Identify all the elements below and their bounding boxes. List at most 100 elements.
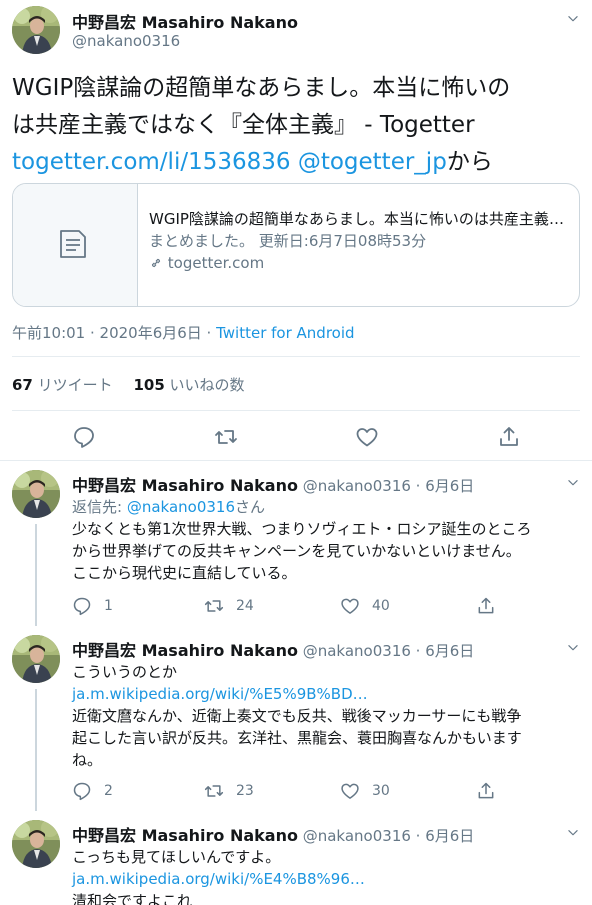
share-action[interactable]: [476, 596, 496, 616]
chevron-down-icon[interactable]: [566, 641, 580, 655]
retweet-icon[interactable]: [204, 596, 224, 616]
share-icon[interactable]: [476, 781, 496, 801]
tweet-link[interactable]: togetter.com/li/1536836: [12, 149, 291, 175]
reply-to: 返信先: @nakano0316さん: [72, 496, 572, 518]
handle-date[interactable]: @nakano0316 · 6月6日: [303, 477, 475, 495]
retweet-action[interactable]: 24: [204, 596, 254, 616]
retweet-count: 23: [236, 783, 254, 799]
retweets-stat[interactable]: 67 リツイート: [12, 376, 113, 394]
reply-text-line: こういうのとか: [72, 663, 178, 681]
card-description: まとめました。 更新日:6月7日08時53分: [149, 232, 427, 250]
likes-count: 105: [133, 376, 165, 394]
retweet-action[interactable]: 23: [204, 781, 254, 801]
share-icon[interactable]: [476, 596, 496, 616]
reply-text-line: から世界挙げての反共キャンペーンを見ていかないといけません。: [72, 542, 521, 560]
like-icon[interactable]: [340, 596, 360, 616]
link-icon: [151, 258, 161, 268]
reply-text-line: 少なくとも第1次世界大戦、つまりソヴィエト・ロシア誕生のところ: [72, 520, 532, 538]
reply-to-suffix: さん: [235, 498, 266, 516]
reply-header: 中野昌宏 Masahiro Nakano @nakano0316 · 6月6日: [72, 637, 474, 661]
reply-actions: 1 24 40: [72, 596, 492, 616]
avatar[interactable]: [12, 820, 60, 868]
reply-to-label: 返信先:: [72, 498, 127, 516]
chevron-down-icon[interactable]: [566, 12, 580, 26]
chevron-down-icon[interactable]: [566, 826, 580, 840]
like-count: 30: [372, 783, 390, 799]
handle-date[interactable]: @nakano0316 · 6月6日: [303, 827, 475, 845]
reply-action[interactable]: 2: [72, 781, 113, 801]
reply-text-line: 近衛文麿なんか、近衛上奏文でも反共、戦後マッカーサーにも戦争: [72, 707, 522, 725]
author-name[interactable]: 中野昌宏 Masahiro Nakano: [72, 9, 298, 33]
card-title: WGIP陰謀論の超簡単なあらまし。本当に怖いのは共産主義ではなく『全体主義』: [149, 210, 569, 228]
reply-tweet[interactable]: 中野昌宏 Masahiro Nakano @nakano0316 · 6月6日 …: [0, 812, 592, 905]
tweet-text-line: は共産主義ではなく『全体主義』 - Togetter: [12, 112, 475, 138]
reply-action[interactable]: 1: [72, 596, 113, 616]
tweet-source[interactable]: Twitter for Android: [216, 324, 354, 342]
likes-stat[interactable]: 105 いいねの数: [133, 376, 244, 394]
author-handle[interactable]: @nakano0316: [72, 32, 180, 50]
tweet-text: WGIP陰謀論の超簡単なあらまし。本当に怖いの は共産主義ではなく『全体主義』 …: [12, 70, 582, 181]
retweets-count: 67: [12, 376, 33, 394]
divider: [0, 460, 592, 461]
retweet-icon[interactable]: [204, 781, 224, 801]
main-tweet-header: 中野昌宏 Masahiro Nakano @nakano0316: [0, 0, 592, 60]
share-icon[interactable]: [497, 425, 521, 449]
handle-date[interactable]: @nakano0316 · 6月6日: [303, 642, 475, 660]
document-icon: [60, 230, 86, 258]
likes-label: いいねの数: [169, 376, 245, 394]
reply-text-line: ここから現代史に直結している。: [72, 564, 297, 582]
reply-text-line: ね。: [72, 751, 103, 769]
author-name[interactable]: 中野昌宏 Masahiro Nakano: [72, 826, 298, 845]
avatar[interactable]: [12, 470, 60, 518]
reply-tweet[interactable]: 中野昌宏 Masahiro Nakano @nakano0316 · 6月6日 …: [0, 462, 592, 626]
divider: [12, 410, 580, 411]
avatar[interactable]: [12, 6, 60, 54]
tweet-text-tail: から: [446, 149, 493, 175]
reply-text-line: 起こした言い訳が反共。玄洋社、黒龍会、蓑田胸喜なんかもいます: [72, 729, 522, 747]
like-icon[interactable]: [340, 781, 360, 801]
tweet-actions: [0, 425, 592, 449]
avatar[interactable]: [12, 635, 60, 683]
like-action[interactable]: 40: [340, 596, 390, 616]
tweet-meta: 午前10:01 · 2020年6月6日 · Twitter for Androi…: [12, 322, 355, 343]
reply-header: 中野昌宏 Masahiro Nakano @nakano0316 · 6月6日: [72, 472, 474, 496]
retweets-label: リツイート: [37, 376, 113, 394]
reply-icon[interactable]: [72, 781, 92, 801]
link-card[interactable]: WGIP陰謀論の超簡単なあらまし。本当に怖いのは共産主義ではなく『全体主義』 ま…: [12, 183, 580, 307]
card-domain: togetter.com: [149, 252, 569, 274]
reply-to-handle[interactable]: @nakano0316: [127, 498, 235, 516]
reply-link[interactable]: ja.m.wikipedia.org/wiki/%E5%9B%BD…: [72, 683, 572, 705]
chevron-down-icon[interactable]: [566, 476, 580, 490]
author-name[interactable]: 中野昌宏 Masahiro Nakano: [72, 476, 298, 495]
share-action[interactable]: [476, 781, 496, 801]
reply-icon[interactable]: [72, 596, 92, 616]
thread-line: [35, 524, 37, 626]
tweet-text-line: WGIP陰謀論の超簡単なあらまし。本当に怖いの: [12, 75, 511, 101]
like-icon[interactable]: [355, 425, 379, 449]
reply-text-line: こっちも見てほしいんですよ。: [72, 848, 281, 866]
tweet-text-line: togetter.com/li/1536836 @togetter_jpから: [12, 144, 582, 181]
mention-link[interactable]: @togetter_jp: [298, 149, 447, 175]
reply-icon[interactable]: [72, 425, 96, 449]
reply-text: 返信先: @nakano0316さん 少なくとも第1次世界大戦、つまりソヴィエト…: [72, 496, 572, 584]
reply-text: こういうのとか ja.m.wikipedia.org/wiki/%E5%9B%B…: [72, 661, 572, 771]
reply-header: 中野昌宏 Masahiro Nakano @nakano0316 · 6月6日: [72, 822, 474, 846]
card-thumbnail: [13, 184, 138, 306]
tweet-stats: 67 リツイート 105 いいねの数: [12, 374, 245, 395]
card-body: WGIP陰謀論の超簡単なあらまし。本当に怖いのは共産主義ではなく『全体主義』 ま…: [149, 208, 569, 274]
divider: [12, 356, 580, 357]
reply-tweet[interactable]: 中野昌宏 Masahiro Nakano @nakano0316 · 6月6日 …: [0, 627, 592, 811]
card-domain-text: togetter.com: [167, 254, 265, 272]
thread-line: [35, 689, 37, 811]
reply-count: 2: [104, 783, 113, 799]
retweet-icon[interactable]: [214, 425, 238, 449]
tweet-timestamp[interactable]: 午前10:01 · 2020年6月6日 ·: [12, 324, 216, 342]
author-name[interactable]: 中野昌宏 Masahiro Nakano: [72, 641, 298, 660]
like-count: 40: [372, 598, 390, 614]
retweet-count: 24: [236, 598, 254, 614]
reply-link[interactable]: ja.m.wikipedia.org/wiki/%E4%B8%96…: [72, 868, 572, 890]
like-action[interactable]: 30: [340, 781, 390, 801]
reply-text: こっちも見てほしいんですよ。 ja.m.wikipedia.org/wiki/%…: [72, 846, 572, 905]
reply-count: 1: [104, 598, 113, 614]
reply-text-line: 清和会ですよこれ: [72, 892, 193, 905]
